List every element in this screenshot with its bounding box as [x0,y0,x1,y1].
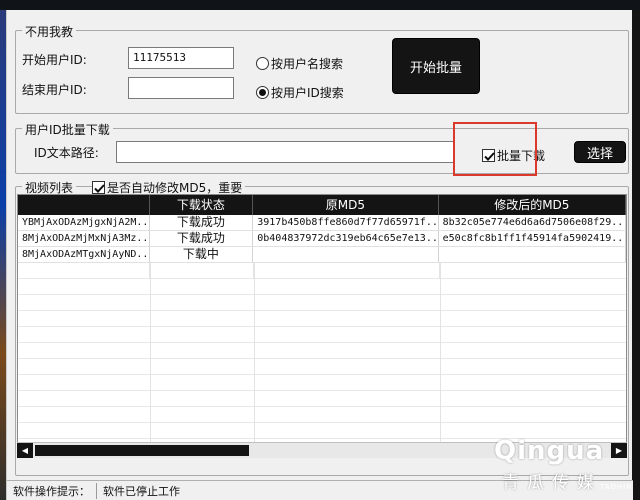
column-divider [254,263,255,451]
cell-status: 下载成功 [150,231,254,246]
watermark-tag: TAOHIN [600,483,633,491]
empty-row [18,295,626,311]
column-divider [150,263,151,451]
radio-search-by-id[interactable]: 按用户ID搜索 [256,84,344,101]
cell-id: 8MjAxODAzMjMxNjA3Mz... [18,231,150,246]
scroll-left-arrow-icon[interactable]: ◀ [17,443,33,458]
id-path-input[interactable] [116,141,454,163]
desktop-edge-right [632,10,640,500]
end-user-input[interactable] [128,77,234,99]
empty-row [18,407,626,423]
video-table[interactable]: 下载状态 原MD5 修改后的MD5 YBMjAxODAzMjgxNjA2M...… [17,194,627,452]
empty-row [18,279,626,295]
radio-search-by-id-label: 按用户ID搜索 [271,86,344,100]
start-user-input[interactable]: 11175513 [128,47,234,69]
id-path-label: ID文本路径: [34,146,99,160]
title-bar [0,0,640,10]
empty-row [18,375,626,391]
column-divider [440,263,441,451]
watermark-name: 青瓜传媒 [502,473,602,493]
table-row[interactable]: 8MjAxODAzMTgxNjAyND... 下载中 [18,247,626,263]
empty-row [18,343,626,359]
table-row[interactable]: 8MjAxODAzMjMxNjA3Mz... 下载成功 0b404837972d… [18,231,626,247]
column-header-id[interactable] [18,195,150,215]
cell-status: 下载中 [150,247,254,262]
radio-search-by-name[interactable]: 按用户名搜索 [256,55,343,72]
end-user-label: 结束用户ID: [22,83,87,97]
column-header-modified-md5[interactable]: 修改后的MD5 [439,195,626,215]
group-legend: 不用我教 [22,23,77,40]
table-row[interactable]: YBMjAxODAzMjgxNjA2M... 下载成功 3917b450b8ff… [18,215,626,231]
highlight-box [453,122,537,176]
status-label: 软件操作提示： [7,482,97,499]
select-file-button[interactable]: 选择 [574,141,626,163]
empty-row [18,359,626,375]
empty-row [18,391,626,407]
empty-row [18,311,626,327]
app-window: 不用我教 开始用户ID: 11175513 结束用户ID: 按用户名搜索 按用户… [6,10,633,500]
cell-id: 8MjAxODAzMTgxNjAyND... [18,247,150,262]
column-header-original-md5[interactable]: 原MD5 [253,195,439,215]
checkbox-checked-icon [92,181,105,194]
scroll-thumb[interactable] [35,445,249,456]
cell-modified-md5: 8b32c05e774e6d6a6d7506e08f29... [439,215,626,230]
cell-status: 下载成功 [150,215,254,230]
start-user-label: 开始用户ID: [22,53,87,67]
empty-row [18,327,626,343]
cell-original-md5: 0b404837972dc319eb64c65e7e13... [253,231,439,246]
group-legend: 用户ID批量下载 [22,121,113,138]
cell-original-md5: 3917b450b8ffe860d7f77d65971f... [253,215,439,230]
cell-id: YBMjAxODAzMjgxNjA2M... [18,215,150,230]
cell-modified-md5 [439,247,626,262]
radio-search-by-name-label: 按用户名搜索 [271,57,344,71]
watermark-logo: Qingua [494,436,605,466]
column-header-status[interactable]: 下载状态 [150,195,254,215]
status-message: 软件已停止工作 [103,484,180,498]
cell-modified-md5: e50c8fc8b1ff1f45914fa5902419... [439,231,626,246]
radio-circle-selected [256,86,269,99]
empty-row [18,263,626,279]
start-batch-button[interactable]: 开始批量 [392,38,480,94]
radio-circle [256,57,269,70]
cell-original-md5 [253,247,439,262]
search-settings-group: 不用我教 开始用户ID: 11175513 结束用户ID: 按用户名搜索 按用户… [15,23,629,114]
table-header: 下载状态 原MD5 修改后的MD5 [18,195,626,215]
